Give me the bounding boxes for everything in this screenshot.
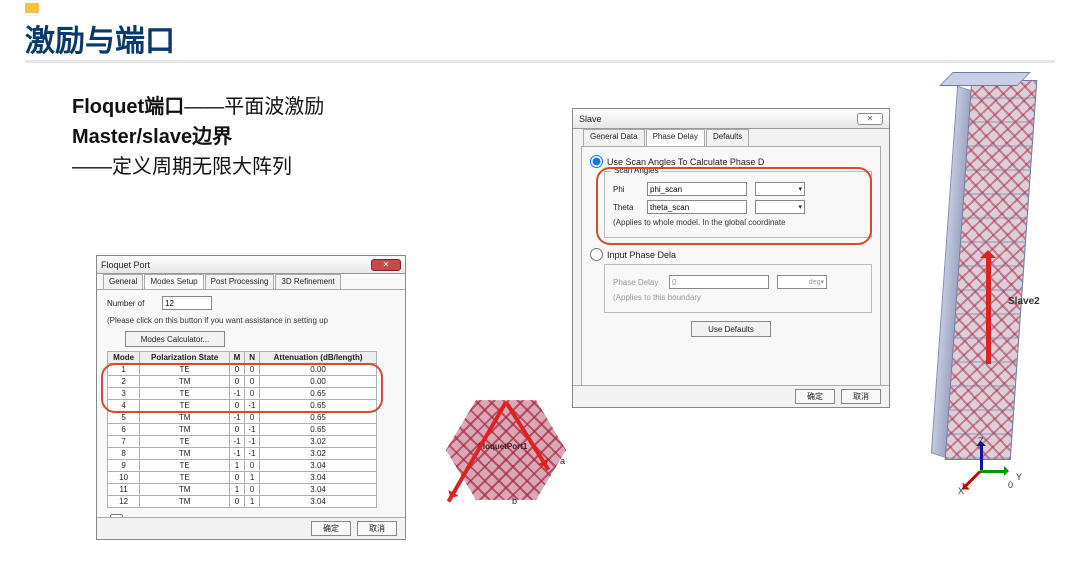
desc-line-3: ——定义周期无限大阵列 — [72, 152, 324, 182]
input-phase-group: Phase Delay deg ▾ (Applies to this bound… — [604, 264, 872, 313]
slide-title: 激励与端口 — [25, 16, 175, 60]
phase-delay-input — [669, 275, 769, 289]
description-block: Floquet端口——平面波激励 Master/slave边界 ——定义周期无限… — [72, 92, 324, 182]
slave-titlebar[interactable]: Slave ✕ — [573, 109, 889, 129]
table-row[interactable]: 8TM-1-13.02 — [108, 448, 377, 460]
tab-general-data[interactable]: General Data — [583, 129, 645, 146]
table-row[interactable]: 9TE103.04 — [108, 460, 377, 472]
title-underline — [25, 60, 1055, 63]
slave-tabs: General Data Phase Delay Defaults — [573, 129, 889, 146]
vector-a-label: a — [560, 456, 565, 466]
floquet-footer: 确定 取消 — [97, 517, 405, 539]
phi-label: Phi — [613, 185, 647, 194]
modes-table: Mode Polarization State M N Attenuation … — [107, 351, 377, 508]
phase-delay-label: Phase Delay — [613, 278, 669, 287]
radio-use-scan-angles-label: Use Scan Angles To Calculate Phase D — [607, 157, 764, 167]
phi-unit-select[interactable]: ▾ — [755, 182, 805, 196]
axis-z — [980, 444, 983, 470]
theta-label: Theta — [613, 203, 647, 212]
table-row[interactable]: 4TE0-10.65 — [108, 400, 377, 412]
chevron-down-icon: ▾ — [798, 185, 802, 193]
scan-angles-group: Scan Angles Phi ▾ Theta ▾ (Applies to wh… — [604, 171, 872, 238]
table-row[interactable]: 10TE013.04 — [108, 472, 377, 484]
slave-body: Use Scan Angles To Calculate Phase D Sca… — [581, 146, 881, 386]
table-header-row: Mode Polarization State M N Attenuation … — [108, 352, 377, 364]
desc-line-1-rest: ——平面波激励 — [184, 96, 324, 118]
cell-top-face — [939, 72, 1031, 86]
slave2-label: Slave2 — [1008, 296, 1040, 307]
slave-dialog-title: Slave — [579, 114, 602, 124]
phi-input[interactable] — [647, 182, 747, 196]
tab-defaults[interactable]: Defaults — [706, 129, 749, 146]
axis-y-label: Y — [1016, 472, 1022, 482]
use-defaults-button[interactable]: Use Defaults — [691, 321, 771, 337]
floquet-dialog-title: Floquet Port — [101, 260, 150, 270]
close-icon[interactable]: ✕ — [371, 259, 401, 271]
floquet-port-dialog: Floquet Port ✕ General Modes Setup Post … — [96, 255, 406, 540]
axis-x — [963, 470, 981, 488]
floquet-tabs: General Modes Setup Post Processing 3D R… — [97, 274, 405, 290]
slave-direction-arrow — [986, 254, 991, 364]
axis-y — [980, 470, 1006, 473]
axis-origin-label: 0 — [1008, 480, 1013, 490]
chevron-down-icon: ▾ — [798, 203, 802, 211]
slide-title-bar: 激励与端口 — [25, 18, 175, 58]
radio-input-phase-label: Input Phase Dela — [607, 250, 676, 260]
table-row[interactable]: 1TE000.00 — [108, 364, 377, 376]
th-att: Attenuation (dB/length) — [260, 352, 377, 364]
theta-unit-select[interactable]: ▾ — [755, 200, 805, 214]
tab-post-processing[interactable]: Post Processing — [205, 274, 275, 289]
radio-input-phase-row: Input Phase Dela — [590, 248, 872, 261]
slave-footer: 确定 取消 — [573, 385, 889, 407]
cancel-button[interactable]: 取消 — [841, 389, 881, 404]
theta-input[interactable] — [647, 200, 747, 214]
phase-delay-note: (Applies to this boundary — [613, 293, 863, 302]
number-of-input[interactable] — [162, 296, 212, 310]
th-n: N — [245, 352, 260, 364]
radio-input-phase[interactable] — [590, 248, 603, 261]
th-pol: Polarization State — [140, 352, 230, 364]
table-row[interactable]: 3TE-100.65 — [108, 388, 377, 400]
tab-3d-refinement[interactable]: 3D Refinement — [275, 274, 340, 289]
floquet-titlebar[interactable]: Floquet Port ✕ — [97, 256, 405, 274]
modes-table-wrap: Mode Polarization State M N Attenuation … — [107, 351, 395, 508]
table-row[interactable]: 12TM013.04 — [108, 496, 377, 508]
floquet-body: Number of (Please click on this button i… — [97, 290, 405, 517]
phase-delay-unit-select: deg ▾ — [777, 275, 827, 289]
desc-bold-1: Floquet端口 — [72, 96, 184, 118]
floquet-port-hexagon: FloquetPort1 a b — [434, 386, 579, 516]
phase-delay-unit-text: deg — [809, 279, 821, 286]
number-of-label: Number of — [107, 299, 162, 308]
accent-marker — [25, 3, 39, 13]
vector-b-label: b — [512, 496, 517, 506]
tab-phase-delay[interactable]: Phase Delay — [646, 129, 705, 146]
cancel-button[interactable]: 取消 — [357, 521, 397, 536]
th-mode: Mode — [108, 352, 140, 364]
axis-z-label: Z — [978, 436, 984, 446]
ok-button[interactable]: 确定 — [795, 389, 835, 404]
radio-use-scan-angles[interactable] — [590, 155, 603, 168]
tab-general[interactable]: General — [103, 274, 143, 289]
table-row[interactable]: 2TM000.00 — [108, 376, 377, 388]
table-row[interactable]: 6TM0-10.65 — [108, 424, 377, 436]
slave-dialog: Slave ✕ General Data Phase Delay Default… — [572, 108, 890, 408]
floquet-port-label: FloquetPort1 — [478, 442, 527, 451]
axis-x-label: X — [958, 486, 964, 496]
ok-button[interactable]: 确定 — [311, 521, 351, 536]
scan-note: (Applies to whole model. In the global c… — [613, 218, 863, 227]
table-row[interactable]: 11TM103.04 — [108, 484, 377, 496]
th-m: M — [229, 352, 244, 364]
table-row[interactable]: 7TE-1-13.02 — [108, 436, 377, 448]
modes-calculator-button[interactable]: Modes Calculator... — [125, 331, 225, 347]
chevron-down-icon: ▾ — [820, 278, 824, 286]
desc-bold-2: Master/slave边界 — [72, 126, 232, 148]
table-row[interactable]: 5TM-100.65 — [108, 412, 377, 424]
modes-hint: (Please click on this button if you want… — [107, 316, 395, 325]
unit-cell-3d: Slave2 Z Y X 0 — [920, 74, 1055, 504]
scan-angles-legend: Scan Angles — [611, 166, 661, 175]
close-icon[interactable]: ✕ — [857, 113, 883, 125]
tab-modes-setup[interactable]: Modes Setup — [144, 274, 203, 289]
